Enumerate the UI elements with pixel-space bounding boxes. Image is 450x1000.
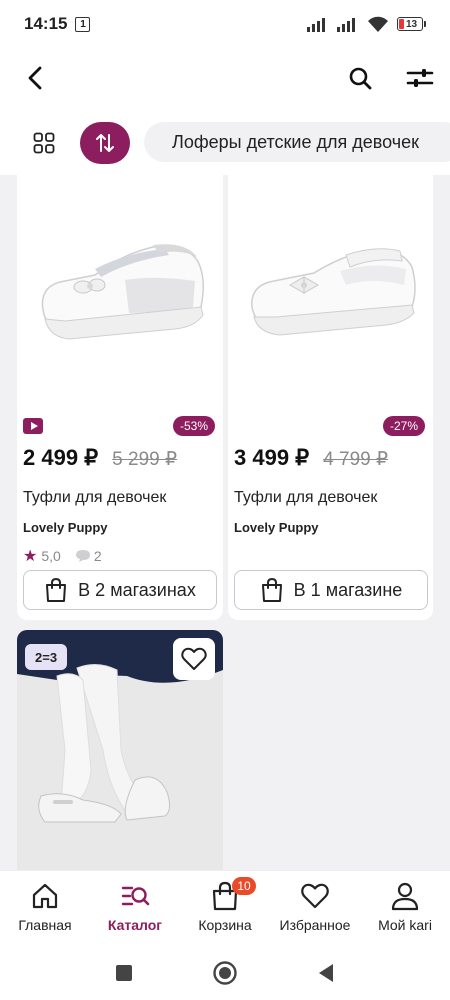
bottom-nav: Главная Каталог 10 Корзина Избранное Мой…: [0, 870, 450, 946]
product-card[interactable]: -27% 3 499 ₽ 4 799 ₽ Туфли для девочек L…: [228, 175, 433, 620]
star-icon: ★: [23, 548, 38, 565]
cart-count-badge: 10: [232, 877, 256, 895]
back-system-button[interactable]: [311, 958, 341, 988]
price: 3 499 ₽: [234, 445, 310, 470]
system-nav-bar: [0, 946, 450, 1000]
comment-icon: [75, 549, 91, 563]
nav-profile-label: Мой kari: [378, 917, 432, 933]
catalog-icon: [121, 886, 150, 906]
promo-badge: 2=3: [25, 644, 68, 670]
sort-icon: [96, 134, 114, 152]
recent-apps-button[interactable]: [109, 958, 139, 988]
nav-cart[interactable]: 10 Корзина: [180, 871, 270, 946]
sort-button[interactable]: [80, 122, 130, 164]
status-time: 14:15: [24, 14, 68, 33]
sim-icon: 1: [75, 16, 91, 32]
product-grid: -53% 2 499 ₽ 5 299 ₽ Туфли для девочек L…: [0, 175, 450, 870]
grid-icon: [33, 132, 55, 154]
product-card[interactable]: 2=3: [17, 630, 223, 870]
back-arrow-icon: [28, 66, 42, 90]
wifi-icon: [368, 16, 388, 32]
nav-catalog-label: Каталог: [107, 917, 163, 933]
nav-home[interactable]: Главная: [0, 871, 90, 946]
nav-home-label: Главная: [18, 917, 72, 933]
product-image[interactable]: [228, 175, 433, 405]
status-bar: 14:15 1 13: [0, 0, 450, 48]
circle-icon: [213, 961, 237, 985]
search-icon: [349, 67, 372, 90]
product-title: Туфли для девочек: [23, 489, 167, 506]
signal-icon-2: [337, 18, 355, 32]
grid-view-button[interactable]: [22, 121, 66, 165]
nav-profile[interactable]: Мой kari: [360, 871, 450, 946]
sliders-icon: [406, 69, 434, 87]
home-system-button[interactable]: [210, 958, 240, 988]
stores-button[interactable]: В 1 магазине: [234, 570, 428, 610]
search-button[interactable]: [338, 56, 382, 100]
filter-button[interactable]: [398, 56, 442, 100]
stores-button[interactable]: В 2 магазинах: [23, 570, 217, 610]
filter-row: Лоферы детские для девочек: [0, 118, 450, 168]
price: 2 499 ₽: [23, 445, 99, 470]
product-title: Туфли для девочек: [234, 489, 378, 506]
favorite-button[interactable]: [173, 638, 215, 680]
discount-badge: -27%: [382, 416, 425, 436]
shoe-image: [250, 248, 416, 336]
stores-button-label: В 2 магазинах: [78, 579, 196, 600]
home-icon: [32, 883, 58, 909]
product-brand: Lovely Puppy: [23, 520, 108, 535]
user-icon: [391, 882, 419, 911]
heart-icon: [181, 647, 207, 670]
nav-favorites[interactable]: Избранное: [270, 871, 360, 946]
category-chip[interactable]: Лоферы детские для девочек: [144, 122, 450, 162]
stores-button-label: В 1 магазине: [293, 579, 403, 600]
rating-value: 5,0: [41, 548, 61, 564]
product-card[interactable]: -53% 2 499 ₽ 5 299 ₽ Туфли для девочек L…: [17, 175, 223, 620]
discount-badge: -53%: [172, 416, 215, 436]
shoe-image: [41, 244, 204, 340]
old-price: 5 299 ₽: [112, 449, 178, 470]
nav-catalog[interactable]: Каталог: [90, 871, 180, 946]
video-icon: [23, 418, 43, 434]
battery-level: 13: [406, 18, 418, 30]
battery-icon: 13: [397, 17, 426, 31]
old-price: 4 799 ₽: [323, 449, 389, 470]
app-bar: [0, 52, 450, 104]
nav-cart-label: Корзина: [198, 917, 252, 933]
shopping-bag-icon: [46, 577, 67, 602]
product-image[interactable]: [17, 175, 223, 405]
nav-favorites-label: Избранное: [279, 917, 351, 933]
signal-icon: [307, 18, 325, 32]
category-chip-label: Лоферы детские для девочек: [172, 131, 419, 152]
shopping-bag-icon: [261, 577, 282, 602]
heart-icon: [301, 883, 329, 909]
reviews-count: 2: [93, 548, 102, 564]
square-icon: [116, 965, 132, 981]
triangle-back-icon: [319, 964, 333, 982]
back-button[interactable]: [14, 56, 58, 100]
product-brand: Lovely Puppy: [234, 520, 319, 535]
